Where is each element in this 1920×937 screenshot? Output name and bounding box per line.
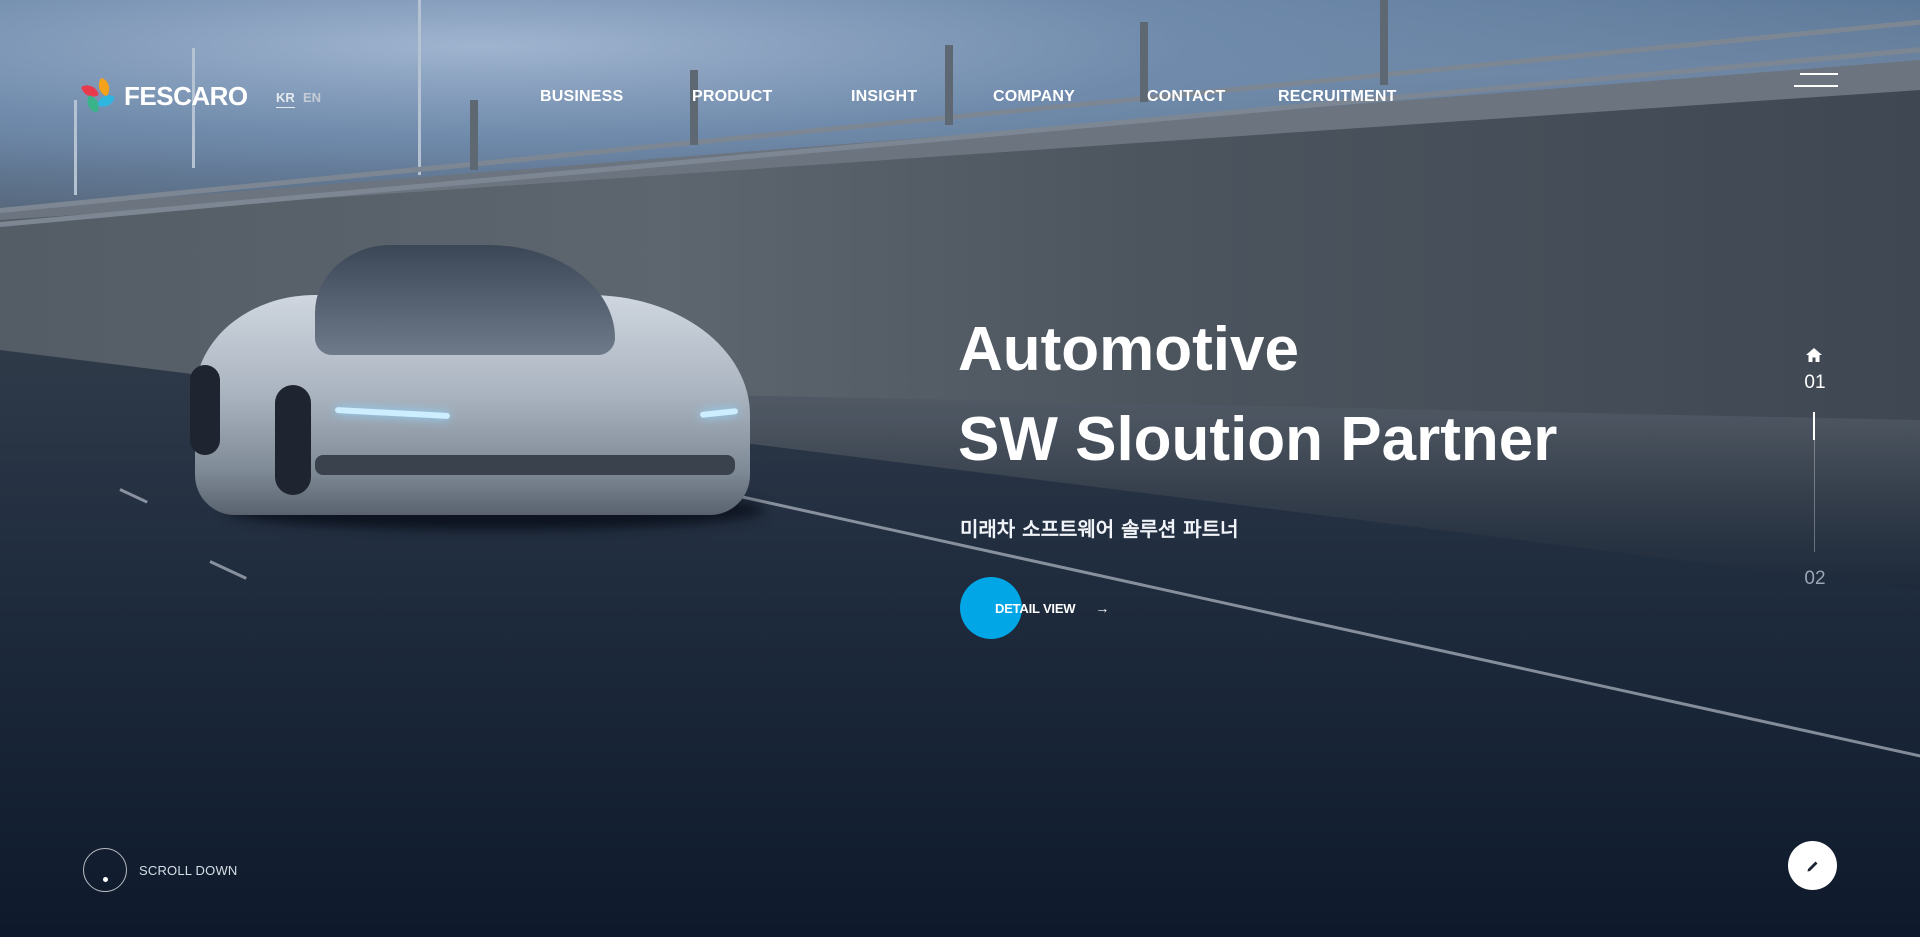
car-windshield (315, 245, 615, 355)
logo-text: FESCARO (124, 80, 248, 111)
nav-business[interactable]: BUSINESS (540, 88, 623, 106)
nav-contact[interactable]: CONTACT (1147, 88, 1225, 106)
rail-post (1380, 0, 1388, 85)
lang-kr[interactable]: KR (276, 90, 295, 108)
arrow-right-icon: → (1095, 600, 1110, 616)
street-lamp (418, 0, 421, 175)
scroll-down-label[interactable]: SCROLL DOWN (139, 863, 238, 878)
car-grille (315, 455, 735, 475)
lang-en[interactable]: EN (303, 90, 321, 105)
nav-company[interactable]: COMPANY (993, 88, 1075, 106)
nav-recruitment[interactable]: RECRUITMENT (1278, 88, 1397, 106)
floating-edit-button[interactable] (1788, 841, 1837, 890)
scroll-down-indicator[interactable] (83, 848, 127, 892)
hero-headline-line2: SW Sloution Partner (958, 405, 1558, 474)
nav-product[interactable]: PRODUCT (692, 88, 773, 106)
street-lamp (74, 100, 77, 195)
detail-view-label: DETAIL VIEW (995, 600, 1076, 616)
nav-insight[interactable]: INSIGHT (851, 88, 917, 106)
hamburger-icon[interactable] (1794, 72, 1838, 92)
car-wheel (275, 385, 311, 495)
pager-current[interactable]: 01 (1795, 372, 1835, 394)
rail-post (945, 45, 953, 125)
rail-post (690, 70, 698, 145)
hero-headline: Automotive SW Sloution Partner (958, 305, 1557, 485)
detail-view-button[interactable]: DETAIL VIEW → (960, 577, 1109, 639)
home-icon[interactable] (1805, 347, 1823, 363)
car-image (190, 245, 765, 545)
scroll-dot (103, 877, 108, 882)
hero-subheadline: 미래차 소프트웨어 솔루션 파트너 (960, 517, 1239, 541)
car-wheel (190, 365, 220, 455)
hero-headline-line1: Automotive (958, 315, 1299, 384)
rail-post (470, 100, 478, 170)
brand-logo[interactable]: FESCARO (81, 77, 248, 114)
logo-mark-icon (81, 77, 118, 114)
pager-progress (1813, 412, 1815, 440)
pager-next[interactable]: 02 (1795, 568, 1835, 590)
pencil-icon (1807, 861, 1817, 871)
